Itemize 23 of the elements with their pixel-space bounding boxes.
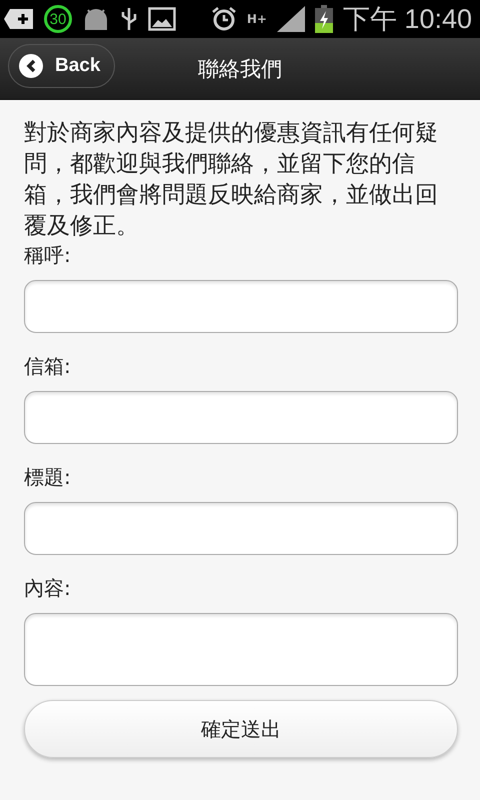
robot-icon (82, 6, 110, 32)
usb-icon (120, 6, 138, 32)
battery-icon (314, 5, 333, 33)
alarm-icon (210, 6, 237, 32)
notification-badge: 30 (44, 5, 72, 33)
field-label: 標題: (24, 464, 72, 490)
field-label: 信箱: (24, 353, 72, 379)
image-icon (148, 7, 176, 31)
page-title: 聯絡我們 (198, 56, 282, 82)
field-label: 內容: (24, 575, 72, 601)
signal-icon (276, 6, 305, 32)
network-type: H+ (246, 13, 267, 25)
back-button[interactable]: Back (8, 44, 115, 88)
submit-button[interactable]: 確定送出 (24, 700, 458, 758)
input-field[interactable] (24, 391, 458, 444)
input-field[interactable] (24, 502, 458, 555)
add-icon (4, 8, 34, 30)
clock-time: 下午 10:40 (342, 3, 472, 36)
field-label: 稱呼: (24, 242, 72, 268)
message-field[interactable] (24, 613, 458, 686)
intro-text: 對於商家內容及提供的優惠資訊有任何疑問，都歡迎與我們聯絡，並留下您的信箱，我們會將問題反映給商家，並做出回覆及修正。 (24, 119, 439, 241)
back-icon (25, 59, 37, 73)
input-field[interactable] (24, 280, 458, 333)
